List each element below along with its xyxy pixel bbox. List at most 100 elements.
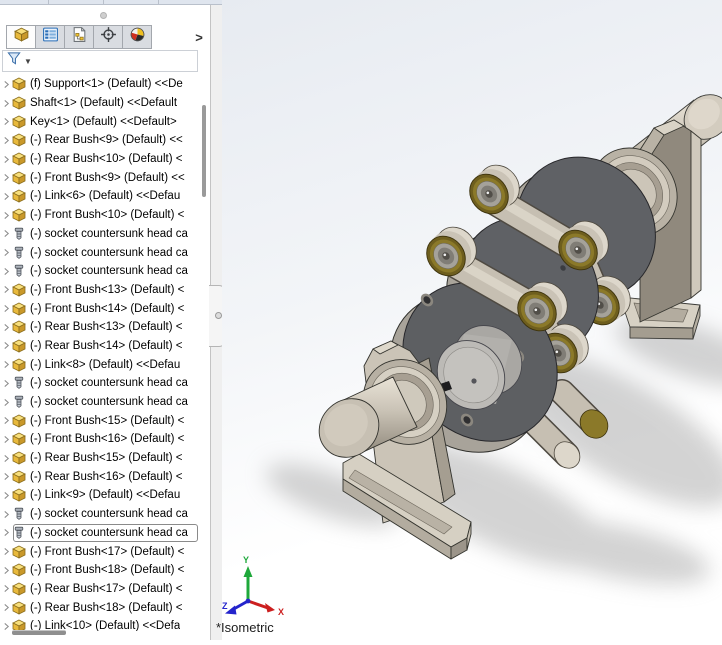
tree-item[interactable]: (-) Link<6> (Default) <<Defau <box>0 187 200 206</box>
tree-item[interactable]: Shaft<1> (Default) <<Default <box>0 94 200 113</box>
expand-arrow-icon[interactable] <box>0 173 12 182</box>
tree-item[interactable]: (-) socket countersunk head ca <box>0 374 200 393</box>
expand-arrow-icon[interactable] <box>0 192 12 201</box>
tree-item[interactable]: (-) socket countersunk head ca <box>0 262 200 281</box>
expand-arrow-icon[interactable] <box>0 304 12 313</box>
expand-arrow-icon[interactable] <box>0 603 12 612</box>
graphics-viewport[interactable]: Y X Z <box>222 0 722 640</box>
expand-arrow-icon[interactable] <box>0 491 12 500</box>
toolbar-divider <box>48 0 49 4</box>
expand-arrow-icon[interactable] <box>0 341 12 350</box>
view-orientation-label: *Isometric <box>216 620 274 635</box>
part-icon <box>12 432 27 447</box>
expand-arrow-icon[interactable] <box>0 229 12 238</box>
tree-item-label: (-) Front Bush<9> (Default) << <box>30 171 185 184</box>
part-icon <box>12 582 27 596</box>
tab-displaymanager[interactable] <box>122 25 152 49</box>
tree-item[interactable]: (-) Link<8> (Default) <<Defau <box>0 355 200 374</box>
expand-arrow-icon[interactable] <box>0 547 12 556</box>
feature-manager-panel: > ▼ (f) Support<1> (Default) <<De Shaft<1… <box>0 5 210 640</box>
tree-item-label: (-) Front Bush<16> (Default) < <box>30 433 185 446</box>
tree-item-label: (-) Link<6> (Default) <<Defau <box>30 190 181 203</box>
part-icon <box>12 545 27 559</box>
tree-item[interactable]: (-) Front Bush<15> (Default) < <box>0 411 200 430</box>
tree-item[interactable]: (-) Rear Bush<16> (Default) < <box>0 467 200 486</box>
expand-arrow-icon[interactable] <box>0 99 12 108</box>
tree-filter-bar[interactable]: ▼ <box>2 50 198 72</box>
tree-item-label: (-) Rear Bush<15> (Default) < <box>30 452 183 465</box>
tree-item-label: (-) socket countersunk head ca <box>30 265 188 278</box>
tab-propertymanager[interactable] <box>35 25 64 49</box>
tab-configurationmanager[interactable] <box>64 25 93 49</box>
expand-arrow-icon[interactable] <box>0 323 12 332</box>
tree-item-label: (-) Front Bush<17> (Default) < <box>30 545 185 558</box>
tree-item[interactable]: (-) socket countersunk head ca <box>0 225 200 244</box>
screw-part-icon <box>12 526 27 540</box>
expand-arrow-icon[interactable] <box>0 566 12 575</box>
3d-model-canvas[interactable]: Y X Z <box>222 0 722 640</box>
tree-item-label: (-) socket countersunk head ca <box>30 227 188 240</box>
expand-arrow-icon[interactable] <box>0 454 12 463</box>
expand-arrow-icon[interactable] <box>0 117 12 126</box>
expand-arrow-icon[interactable] <box>0 360 12 369</box>
part-icon <box>12 208 27 222</box>
filter-funnel-icon <box>7 51 22 71</box>
expand-arrow-icon[interactable] <box>0 622 12 631</box>
expand-arrow-icon[interactable] <box>0 248 12 257</box>
tab-featuremanager[interactable] <box>6 25 35 49</box>
expand-arrow-icon[interactable] <box>0 528 12 537</box>
tree-item[interactable]: (-) Link<9> (Default) <<Defau <box>0 486 200 505</box>
expand-arrow-icon[interactable] <box>0 211 12 220</box>
tree-item[interactable]: (-) Front Bush<13> (Default) < <box>0 281 200 300</box>
tree-item[interactable]: (-) Rear Bush<17> (Default) < <box>0 580 200 599</box>
tree-item[interactable]: (-) Front Bush<9> (Default) << <box>0 168 200 187</box>
expand-arrow-icon[interactable] <box>0 416 12 425</box>
tree-item[interactable]: (-) Front Bush<16> (Default) < <box>0 430 200 449</box>
expand-arrow-icon[interactable] <box>0 379 12 388</box>
expand-arrow-icon[interactable] <box>0 80 12 89</box>
tree-item[interactable]: (-) socket countersunk head ca <box>0 393 200 412</box>
tree-item[interactable]: (-) Front Bush<10> (Default) < <box>0 206 200 225</box>
expand-arrow-icon[interactable] <box>0 136 12 145</box>
part-icon <box>12 601 27 615</box>
tree-item[interactable]: (-) Rear Bush<18> (Default) < <box>0 598 200 617</box>
tree-item-label: (-) socket countersunk head ca <box>30 377 188 390</box>
tree-item[interactable]: (-) Rear Bush<10> (Default) < <box>0 150 200 169</box>
tree-item[interactable]: (-) socket countersunk head ca <box>0 505 200 524</box>
tab-overflow-arrow[interactable]: > <box>190 25 208 49</box>
tree-item-label: (-) Front Bush<15> (Default) < <box>30 414 185 427</box>
tree-item-label: (-) Front Bush<14> (Default) < <box>30 302 185 315</box>
triad-y-label: Y <box>243 555 249 565</box>
tree-item[interactable]: (-) socket countersunk head ca <box>0 243 200 262</box>
tab-dimxpertmanager[interactable] <box>93 25 122 49</box>
expand-arrow-icon[interactable] <box>0 155 12 164</box>
tree-item[interactable]: (-) Rear Bush<14> (Default) < <box>0 337 200 356</box>
expand-arrow-icon[interactable] <box>0 398 12 407</box>
tree-item-label: (-) Rear Bush<16> (Default) < <box>30 470 183 483</box>
expand-arrow-icon[interactable] <box>0 584 12 593</box>
expand-arrow-icon[interactable] <box>0 472 12 481</box>
expand-arrow-icon[interactable] <box>0 285 12 294</box>
filter-dropdown-caret[interactable]: ▼ <box>24 57 32 66</box>
tree-item[interactable]: (-) Rear Bush<13> (Default) < <box>0 318 200 337</box>
manager-tab-bar <box>6 25 152 49</box>
tree-item[interactable]: (-) Link<10> (Default) <<Defa <box>0 617 200 631</box>
tree-item[interactable]: (-) socket countersunk head ca <box>0 523 200 543</box>
tree-horizontal-scrollbar[interactable] <box>12 630 66 635</box>
tree-item[interactable]: (-) Front Bush<14> (Default) < <box>0 299 200 318</box>
panel-grip-handle[interactable] <box>100 12 107 19</box>
part-icon <box>12 339 27 353</box>
tree-vertical-scrollbar[interactable] <box>202 105 206 197</box>
tree-item[interactable]: (-) Front Bush<17> (Default) < <box>0 542 200 561</box>
part-icon <box>12 115 27 129</box>
expand-arrow-icon[interactable] <box>0 435 12 444</box>
tree-item[interactable]: (-) Front Bush<18> (Default) < <box>0 561 200 580</box>
screw-part-icon <box>12 227 27 241</box>
expand-arrow-icon[interactable] <box>0 267 12 276</box>
tree-item[interactable]: (f) Support<1> (Default) <<De <box>0 75 200 94</box>
tree-item[interactable]: (-) Rear Bush<9> (Default) << <box>0 131 200 150</box>
tree-item[interactable]: (-) Rear Bush<15> (Default) < <box>0 449 200 468</box>
part-icon <box>12 77 27 91</box>
expand-arrow-icon[interactable] <box>0 510 12 519</box>
tree-item[interactable]: Key<1> (Default) <<Default> <box>0 112 200 131</box>
